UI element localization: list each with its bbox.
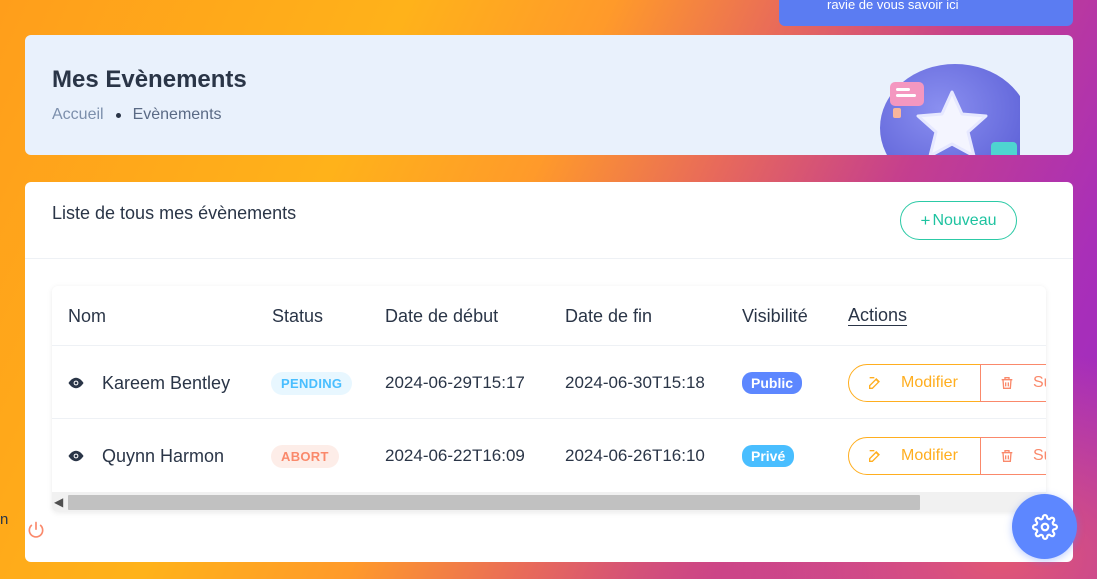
- delete-button[interactable]: Su: [980, 437, 1046, 475]
- plus-icon: +: [920, 210, 931, 230]
- edit-icon: [869, 377, 880, 389]
- card-title: Liste de tous mes évènements: [52, 203, 297, 223]
- card-divider: [25, 258, 1073, 259]
- eye-icon[interactable]: [67, 450, 85, 462]
- new-event-button[interactable]: + Nouveau: [900, 201, 1017, 240]
- status-badge: PENDING: [271, 372, 353, 395]
- table-row: Quynn Harmon ABORT 2024-06-22T16:09 2024…: [52, 420, 1046, 492]
- start-date: 2024-06-29T15:17: [385, 373, 525, 392]
- start-date: 2024-06-22T16:09: [385, 446, 525, 465]
- table-row: Kareem Bentley PENDING 2024-06-29T15:17 …: [52, 347, 1046, 419]
- trash-icon: [1001, 450, 1013, 462]
- column-header-start[interactable]: Date de début: [385, 306, 498, 327]
- gear-icon: [1031, 513, 1058, 540]
- visibility-badge: Privé: [742, 445, 795, 467]
- events-card: Liste de tous mes évènements + Nouveau N…: [25, 182, 1073, 562]
- delete-button[interactable]: Su: [980, 364, 1046, 402]
- delete-label: Su: [1033, 447, 1046, 464]
- power-icon[interactable]: [26, 520, 46, 540]
- column-header-end[interactable]: Date de fin: [565, 306, 652, 327]
- column-header-actions[interactable]: Actions: [848, 305, 907, 326]
- eye-icon[interactable]: [67, 377, 85, 389]
- edit-button[interactable]: Modifier: [848, 437, 981, 475]
- settings-button[interactable]: [1012, 494, 1077, 559]
- page-title: Mes Evènements: [52, 66, 247, 93]
- events-table: Nom Status Date de début Date de fin Vis…: [52, 286, 1046, 512]
- event-name: Kareem Bentley: [102, 373, 231, 393]
- breadcrumb-separator: [115, 112, 121, 118]
- table-header-row: Nom Status Date de début Date de fin Vis…: [52, 286, 1046, 346]
- edit-button[interactable]: Modifier: [848, 364, 981, 402]
- breadcrumb: Accueil Evènements: [52, 106, 222, 124]
- toast-text: ravie de vous savoir ici: [827, 0, 959, 12]
- delete-label: Su: [1033, 374, 1046, 391]
- edit-label: Modifier: [901, 374, 958, 391]
- end-date: 2024-06-26T16:10: [565, 446, 705, 465]
- scroll-left-arrow-icon[interactable]: ◀: [54, 495, 66, 509]
- edit-label: Modifier: [901, 447, 958, 464]
- column-header-nom[interactable]: Nom: [68, 306, 106, 327]
- scrollbar-thumb[interactable]: [68, 495, 920, 510]
- page-header: Mes Evènements Accueil Evènements: [25, 35, 1073, 155]
- status-badge: ABORT: [271, 445, 339, 468]
- event-name: Quynn Harmon: [102, 446, 225, 466]
- column-header-status[interactable]: Status: [272, 306, 323, 327]
- column-header-visibility[interactable]: Visibilité: [742, 306, 808, 327]
- breadcrumb-home[interactable]: Accueil: [52, 106, 104, 124]
- welcome-toast: ravie de vous savoir ici: [779, 0, 1073, 26]
- visibility-badge: Public: [742, 372, 803, 394]
- edit-icon: [869, 450, 880, 462]
- breadcrumb-current: Evènements: [132, 106, 222, 123]
- end-date: 2024-06-30T15:18: [565, 373, 705, 392]
- horizontal-scrollbar[interactable]: ◀: [52, 492, 1046, 512]
- trash-icon: [1001, 377, 1013, 389]
- sidebar-text-fragment: n: [0, 511, 9, 528]
- new-event-label: Nouveau: [932, 211, 997, 229]
- star-illustration-icon: [880, 64, 1020, 155]
